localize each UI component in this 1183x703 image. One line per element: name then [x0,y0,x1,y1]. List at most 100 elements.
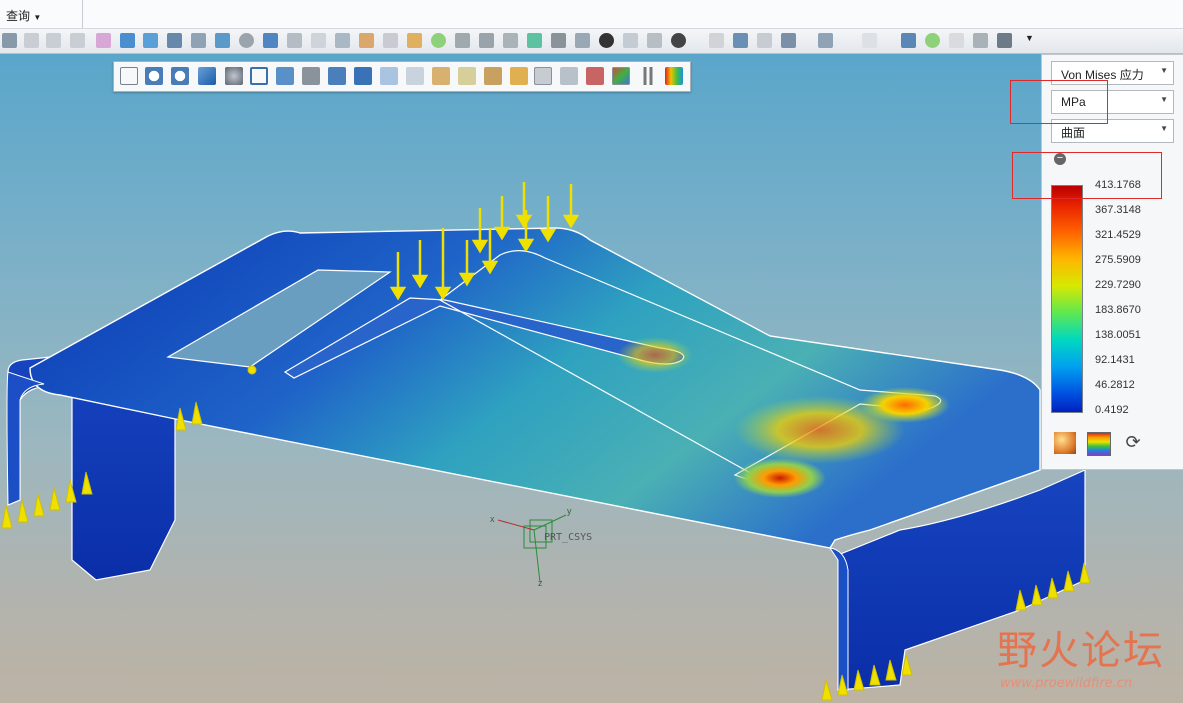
highlight-box-unit [1010,80,1108,124]
doc-icon[interactable] [949,33,964,48]
graphics-viewport[interactable]: PRT_CSYS x y z [0,54,1183,703]
mesh-icon[interactable] [263,33,278,48]
sketch-icon[interactable] [96,33,111,48]
shading-edges-icon[interactable] [354,67,372,85]
display-mode-value: 曲面 [1061,126,1086,140]
book-icon[interactable] [120,33,135,48]
text-icon[interactable] [709,33,724,48]
spin-center-icon[interactable] [225,67,243,85]
query-menu[interactable]: 查询 ▼ [6,7,41,24]
csys-glyph [497,514,567,583]
zoom-in-icon[interactable] [145,67,163,85]
comment-icon[interactable] [781,33,796,48]
legend-value: 229.7290 [1095,279,1141,291]
toolbar-more-icon[interactable]: ▼ [1022,33,1037,48]
color-scale-bar [1051,185,1083,413]
watermark-title: 野火论坛 [997,628,1165,674]
query-menu-label: 查询 [6,9,31,23]
datum-axis-icon[interactable] [484,67,502,85]
legend-value: 0.4192 [1095,404,1129,416]
stress-hotspot-band [735,396,905,464]
legend-value: 138.0051 [1095,329,1141,341]
named-view-icon[interactable] [302,67,320,85]
saved-views-icon[interactable] [250,67,268,85]
show-icon[interactable] [503,33,518,48]
color-spectrum-icon[interactable] [1087,432,1111,456]
legend-value: 183.8670 [1095,304,1141,316]
render-icon[interactable] [191,33,206,48]
watermark-url: www.proewildfire.cn [1000,676,1133,691]
list-icon[interactable] [167,33,182,48]
sphere-icon[interactable] [239,33,254,48]
csys-axis-z: z [538,578,543,588]
paste-special-icon[interactable] [70,33,85,48]
model-top-plate [29,227,1041,549]
chevron-down-icon: ▼ [1160,66,1168,75]
model-right-bend [828,547,849,691]
datum-point-icon[interactable] [510,67,528,85]
perspective-icon[interactable] [380,67,398,85]
surface-icon[interactable] [143,33,158,48]
settings-icon[interactable] [973,33,988,48]
line-icon[interactable] [407,33,422,48]
pause-icon[interactable] [639,67,657,85]
highlight-box-max [1012,152,1162,199]
shading-icon[interactable] [328,67,346,85]
paste-icon[interactable] [46,33,61,48]
result-display-icon[interactable] [665,67,683,85]
refresh-icon[interactable]: ⟳ [1122,432,1144,454]
frame-icon[interactable] [311,33,326,48]
measure-icon[interactable] [2,33,17,48]
chevron-down-icon: ▼ [33,13,42,22]
overflow-icon[interactable] [862,33,877,48]
datum-plane-icon[interactable] [458,67,476,85]
material-icon[interactable] [455,33,470,48]
result-settings-icon[interactable] [1054,432,1076,454]
chevron-down-icon: ▼ [1160,124,1168,133]
print-icon[interactable] [997,33,1012,48]
view-manager-icon[interactable] [276,67,294,85]
legend-value: 92.1431 [1095,354,1135,366]
watermark: 野火论坛 www.proewildfire.cn [997,618,1167,696]
green-ball-icon[interactable] [431,33,446,48]
menu-bar: 查询 ▼ [0,0,1183,29]
zoom-out-icon[interactable] [171,67,189,85]
export-icon[interactable] [647,33,662,48]
copy-icon[interactable] [24,33,39,48]
layers-icon[interactable] [818,33,833,48]
plane-icon[interactable] [383,33,398,48]
wave-icon[interactable] [623,33,638,48]
legend-value: 321.4529 [1095,229,1141,241]
fringe-icon[interactable] [527,33,542,48]
menu-separator [82,0,83,28]
curve-icon[interactable] [335,33,350,48]
cross-icon[interactable] [359,33,374,48]
legend-value: 367.3148 [1095,204,1141,216]
image-icon[interactable] [215,33,230,48]
annotation-display-icon[interactable] [560,67,578,85]
view-toolbar [113,61,691,92]
section-icon[interactable] [406,67,424,85]
dimension-icon[interactable] [551,33,566,48]
main-toolbar: ▼ [0,29,1183,54]
check-icon[interactable] [901,33,916,48]
csys-axis-x: x [490,514,495,524]
legend-value: 275.5909 [1095,254,1141,266]
datum-display-icon[interactable] [432,67,450,85]
table-icon[interactable] [575,33,590,48]
brackets-icon[interactable] [757,33,772,48]
tree-icon[interactable] [733,33,748,48]
reorient-icon[interactable] [198,67,216,85]
black-sphere-icon[interactable] [599,33,614,48]
move-icon[interactable] [287,33,302,48]
mesh-display-icon[interactable] [612,67,630,85]
show-loads-constraints-icon[interactable] [534,67,552,85]
connection-icon[interactable] [586,67,604,85]
stress-hotspot-slot-end [734,458,826,498]
green-dot-icon[interactable] [925,33,940,48]
stress-hotspot-tongue [617,337,693,373]
sphere-dropdown-icon[interactable] [671,33,686,48]
refit-icon[interactable] [120,67,138,85]
hide-icon[interactable] [479,33,494,48]
legend-value: 46.2812 [1095,379,1135,391]
